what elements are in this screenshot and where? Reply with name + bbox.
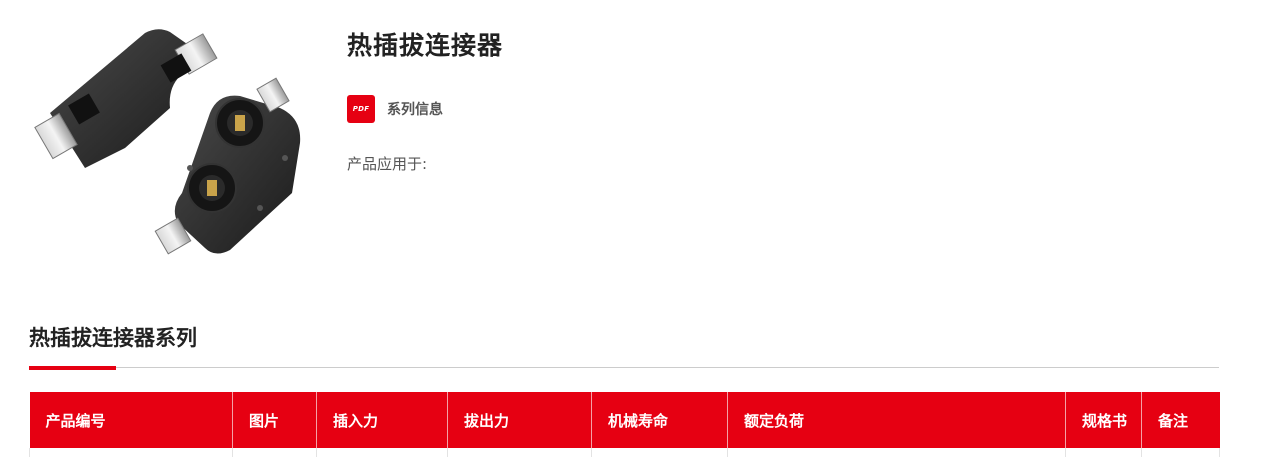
spec-table: 产品编号 图片 插入力 拔出力 机械寿命 额定负荷 规格书 备注	[29, 392, 1220, 457]
header-image: 图片	[232, 392, 317, 448]
pdf-icon-text: PDF	[352, 105, 370, 113]
pdf-icon: PDF	[347, 95, 375, 123]
section-divider	[29, 367, 1219, 368]
header-spec-sheet: 规格书	[1065, 392, 1142, 448]
series-info-link[interactable]: PDF 系列信息	[347, 95, 443, 123]
applied-to-label: 产品应用于:	[347, 155, 428, 173]
header-mechanical-life: 机械寿命	[591, 392, 728, 448]
header-product-code: 产品编号	[29, 392, 233, 448]
series-info-label: 系列信息	[387, 102, 443, 118]
header-rated-load: 额定负荷	[727, 392, 1066, 448]
header-extraction-force: 拔出力	[447, 392, 592, 448]
header-insertion-force: 插入力	[316, 392, 448, 448]
product-image	[30, 18, 310, 268]
product-title: 热插拔连接器	[347, 31, 504, 60]
header-remarks: 备注	[1141, 392, 1220, 448]
table-header-row: 产品编号 图片 插入力 拔出力 机械寿命 额定负荷 规格书 备注	[29, 392, 1220, 448]
table-row	[29, 448, 1220, 457]
section-accent-bar	[29, 366, 116, 370]
section-title: 热插拔连接器系列	[29, 326, 197, 350]
page: 热插拔连接器 PDF 系列信息 产品应用于: 热插拔连接器系列 产品编号 图片 …	[0, 0, 1280, 457]
